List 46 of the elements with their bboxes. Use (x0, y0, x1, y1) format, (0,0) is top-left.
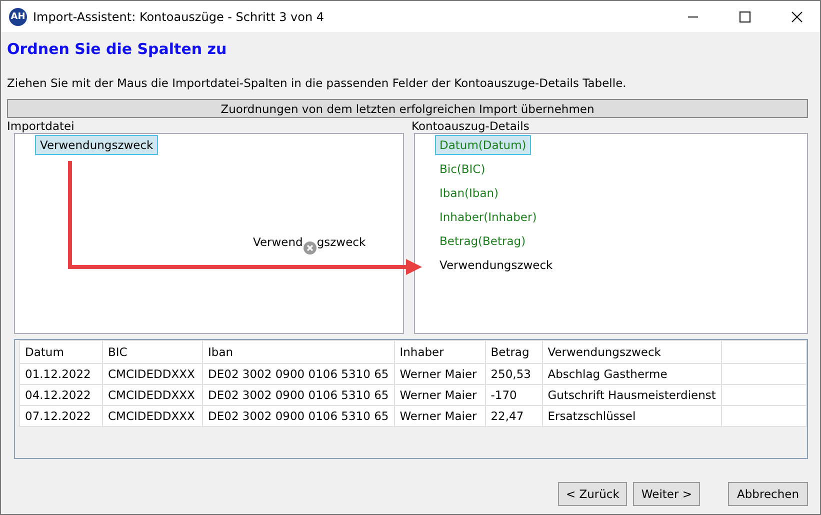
import-column-item[interactable]: Verwendungszweck (35, 135, 158, 155)
maximize-icon[interactable] (739, 10, 751, 22)
statement-field-item[interactable]: Iban(Iban) (434, 183, 504, 203)
table-cell: 22,47 (485, 406, 542, 426)
panel-label: Importdatei (7, 120, 76, 133)
window-title: Import-Assistent: Kontoauszüge - Schritt 3 von 4 (33, 10, 324, 24)
table-cell: 04.12.2022 (20, 384, 102, 406)
table-cell: 07.12.2022 (20, 406, 102, 426)
column-header[interactable]: Betrag (485, 340, 542, 364)
table-cell: Werner Maier (394, 406, 486, 426)
table-cell: Werner Maier (394, 364, 486, 384)
table-cell: Gutschrift Hausmeisterdienst (542, 384, 722, 406)
table-cell: DE02 3002 0900 0106 5310 65 (202, 384, 394, 406)
panel-label: Kontoauszug-Details (412, 120, 530, 133)
app-logo-icon: AH (9, 8, 27, 26)
table-cell: CMCIDEDDXXX (102, 384, 202, 406)
instruction-text: Ziehen Sie mit der Maus die Importdatei-Spalten in die passenden Felder der Kontoauszuge-Details Tabelle. (7, 76, 628, 90)
statement-field-item[interactable]: Inhaber(Inhaber) (434, 207, 542, 227)
table-cell: -170 (485, 384, 542, 406)
column-header[interactable]: Iban (202, 340, 394, 364)
drag-ghost-text: Verwend (253, 235, 303, 249)
column-header[interactable]: BIC (102, 340, 202, 364)
table-cell: CMCIDEDDXXX (102, 364, 202, 384)
statement-field-item[interactable]: Bic(BIC) (434, 159, 490, 179)
column-header[interactable]: Verwendungszweck (542, 340, 722, 364)
column-header[interactable]: Datum (20, 340, 102, 364)
statement-field-item[interactable]: Datum(Datum) (434, 135, 532, 155)
table-cell: DE02 3002 0900 0106 5310 65 (202, 364, 394, 384)
dialog-button[interactable]: < Zurück (558, 482, 628, 506)
table-cell: DE02 3002 0900 0106 5310 65 (202, 406, 394, 426)
statement-field-item[interactable]: Verwendungszweck (434, 255, 558, 275)
table-cell: Werner Maier (394, 384, 486, 406)
dialog-button[interactable]: Abbrechen (728, 482, 808, 506)
drag-ghost-text: gszweck (316, 235, 366, 249)
table-cell: 250,53 (485, 364, 542, 384)
close-icon[interactable] (791, 10, 803, 22)
reuse-mapping-button[interactable]: Zuordnungen von dem letzten erfolgreichen Import übernehmen (7, 99, 808, 118)
table-cell: Abschlag Gastherme (542, 364, 722, 384)
dialog-button[interactable]: Weiter > (633, 482, 700, 506)
table-cell: CMCIDEDDXXX (102, 406, 202, 426)
statement-field-item[interactable]: Betrag(Betrag) (434, 231, 531, 251)
page-heading: Ordnen Sie die Spalten zu (7, 40, 228, 58)
table-cell: 01.12.2022 (20, 364, 102, 384)
column-header[interactable]: Inhaber (394, 340, 486, 364)
no-drop-cursor-icon (302, 241, 317, 255)
table-cell: Ersatzschlüssel (542, 406, 722, 426)
